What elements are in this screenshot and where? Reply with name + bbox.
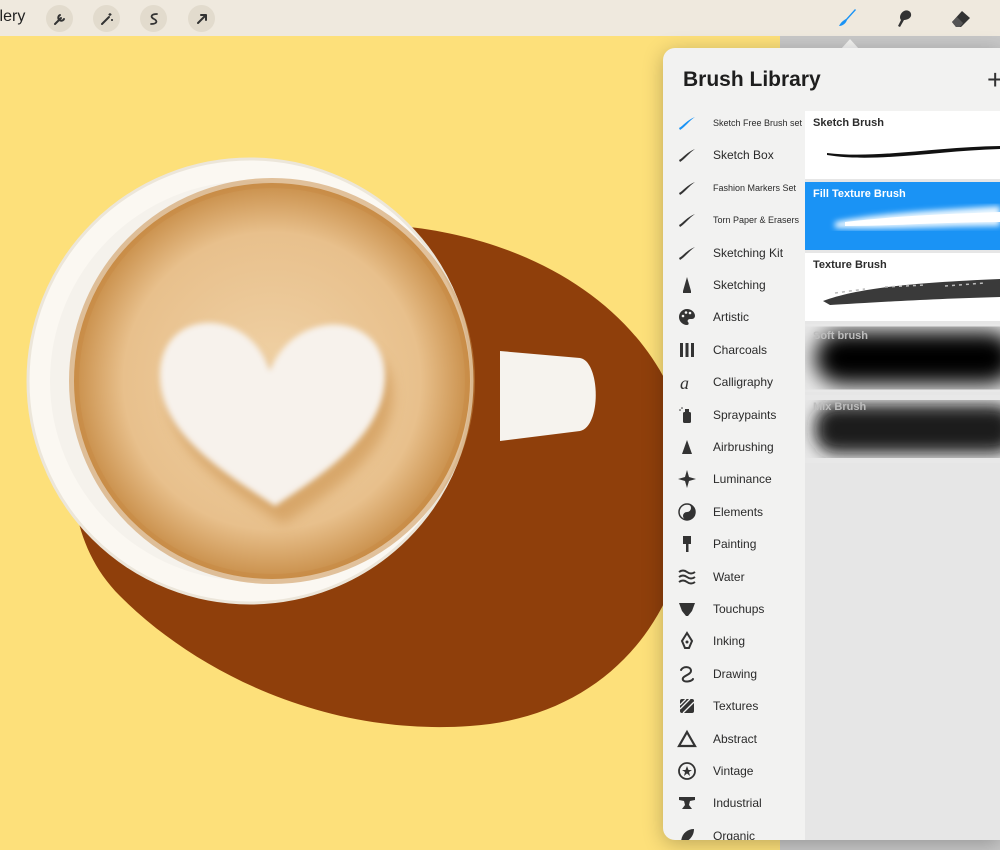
brush-set-label: Sketch Box xyxy=(713,148,774,163)
palette-icon xyxy=(677,307,697,327)
panel-title: Brush Library xyxy=(683,68,821,91)
brush-stroke-preview xyxy=(823,279,1000,305)
selection-icon[interactable] xyxy=(140,5,167,32)
brush-stroke-icon xyxy=(677,210,697,230)
brush-set-label: Artistic xyxy=(713,310,749,325)
leaf-icon xyxy=(677,826,697,840)
brush-library-panel: Brush Library + Sketch Free Brush set Ske… xyxy=(663,48,1000,840)
brush-set-label: Painting xyxy=(713,537,757,552)
squiggle-icon xyxy=(677,664,697,684)
brush-item[interactable]: Fill Texture Brush xyxy=(805,182,1000,250)
svg-text:a: a xyxy=(680,373,689,392)
add-brush-set-button[interactable]: + xyxy=(987,64,1000,96)
brush-stroke-preview xyxy=(827,146,1000,158)
gallery-button[interactable]: llery xyxy=(0,8,25,26)
triangle-icon xyxy=(677,729,697,749)
brush-set-label: Organic xyxy=(713,828,756,840)
brush-set-label: Textures xyxy=(713,699,759,714)
yin-yang-icon xyxy=(677,502,697,522)
brush-stroke-icon xyxy=(677,145,697,165)
brush-set-item[interactable]: Drawing xyxy=(663,659,805,689)
brush-set-item[interactable]: Painting xyxy=(663,529,805,559)
brush-set-label: Drawing xyxy=(713,666,758,681)
brush-set-item[interactable]: Abstract xyxy=(663,724,805,754)
brush-set-item[interactable]: a Calligraphy xyxy=(663,367,805,397)
pen-nib-icon xyxy=(677,631,697,651)
brush-set-label: Sketch Free Brush set xyxy=(713,118,803,128)
brush-stroke-icon xyxy=(677,178,697,198)
brush-set-item[interactable]: Artistic xyxy=(663,302,805,332)
brush-item[interactable]: Sketch Brush xyxy=(805,111,1000,179)
brush-list: Sketch Brush Fill Texture Brush Texture … xyxy=(805,111,1000,840)
brush-set-item[interactable]: Vintage xyxy=(663,756,805,786)
brush-set-item[interactable]: Sketch Box xyxy=(663,140,805,170)
brush-set-item[interactable]: Sketch Free Brush set xyxy=(663,108,805,138)
paintbrush-icon xyxy=(677,534,697,554)
brush-set-item[interactable]: Touchups xyxy=(663,594,805,624)
wrench-icon[interactable] xyxy=(46,5,73,32)
star-circle-icon xyxy=(677,761,697,781)
brush-set-label: Charcoals xyxy=(713,342,768,357)
brush-set-label: Industrial xyxy=(713,796,762,811)
brush-set-label: Spraypaints xyxy=(713,407,777,422)
brush-set-item[interactable]: Water xyxy=(663,562,805,592)
brush-item[interactable]: Texture Brush xyxy=(805,253,1000,321)
brush-name: Mix Brush xyxy=(813,401,867,413)
brush-set-label: Luminance xyxy=(713,472,772,487)
charcoal-icon xyxy=(677,340,697,360)
transform-arrow-icon[interactable] xyxy=(188,5,215,32)
brush-set-item[interactable]: Spraypaints xyxy=(663,400,805,430)
brush-set-item[interactable]: Inking xyxy=(663,626,805,656)
brush-set-item[interactable]: Textures xyxy=(663,691,805,721)
brush-set-label: Inking xyxy=(713,634,746,649)
brush-set-item[interactable]: Elements xyxy=(663,497,805,527)
brush-icon[interactable] xyxy=(832,4,862,32)
waves-icon xyxy=(677,567,697,587)
brush-set-label: Sketching Kit xyxy=(713,245,784,260)
brush-set-item[interactable]: Airbrushing xyxy=(663,432,805,462)
brush-set-label: Sketching xyxy=(713,278,766,292)
brush-set-item[interactable]: Industrial xyxy=(663,788,805,818)
brush-set-item[interactable]: Charcoals xyxy=(663,335,805,365)
brush-set-label: Water xyxy=(713,569,745,584)
calligraphy-icon: a xyxy=(677,372,697,392)
brush-set-item[interactable]: Sketching xyxy=(663,270,805,300)
brush-set-item[interactable]: Luminance xyxy=(663,464,805,494)
smudge-icon[interactable] xyxy=(889,4,919,32)
spray-can-icon xyxy=(677,405,697,425)
brush-set-item[interactable]: Organic xyxy=(663,821,805,840)
brush-set-item[interactable]: Sketching Kit xyxy=(663,238,805,268)
brush-set-label: Calligraphy xyxy=(713,375,774,390)
sparkle-icon xyxy=(677,469,697,489)
brush-name: Soft brush xyxy=(813,330,868,342)
eraser-icon[interactable] xyxy=(946,4,976,32)
brush-set-label: Fashion Markers Set xyxy=(713,182,797,193)
brush-set-item[interactable]: Fashion Markers Set xyxy=(663,173,805,203)
magic-wand-icon[interactable] xyxy=(93,5,120,32)
brush-set-label: Torn Paper & Erasers xyxy=(713,215,800,226)
anvil-icon xyxy=(677,793,697,813)
brush-stroke-preview xyxy=(835,206,1000,229)
brush-set-label: Elements xyxy=(713,504,764,519)
texture-icon xyxy=(677,696,697,716)
brush-set-label: Abstract xyxy=(713,731,758,746)
brush-set-label: Vintage xyxy=(713,764,754,778)
brush-item[interactable]: Mix Brush xyxy=(805,395,1000,463)
brush-stroke-icon xyxy=(677,243,697,263)
brush-item[interactable]: Soft brush xyxy=(805,324,1000,392)
airbrush-icon xyxy=(677,437,697,457)
pencil-icon xyxy=(677,275,697,295)
top-toolbar: llery xyxy=(0,0,1000,36)
brush-stroke-icon xyxy=(677,113,697,133)
brush-set-label: Touchups xyxy=(713,602,765,616)
brush-set-label: Airbrushing xyxy=(713,440,774,454)
brush-set-item[interactable]: Torn Paper & Erasers xyxy=(663,205,805,235)
touchup-icon xyxy=(677,599,697,619)
